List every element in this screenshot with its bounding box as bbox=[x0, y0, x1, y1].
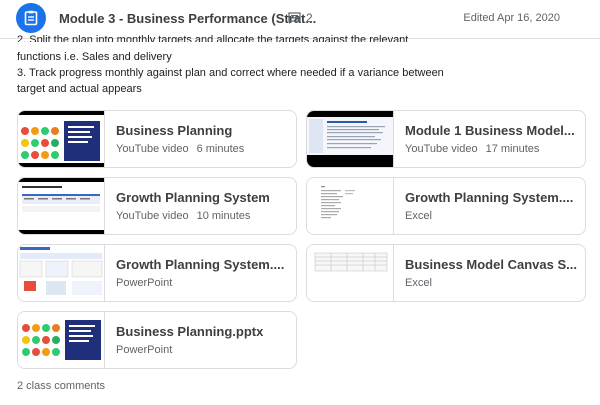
video-slide-thumbnail bbox=[18, 178, 105, 234]
spreadsheet-table-thumbnail bbox=[307, 245, 394, 301]
attachment-type: Excel bbox=[405, 277, 432, 289]
attachment-card-growth-planning-pptx[interactable]: Growth Planning System.... PowerPoint bbox=[17, 244, 297, 302]
attachment-card-business-model-canvas-excel[interactable]: Business Model Canvas S... Excel bbox=[306, 244, 586, 302]
description-line: functions i.e. Sales and delivery bbox=[17, 51, 172, 63]
attachment-type: PowerPoint bbox=[116, 344, 173, 356]
attachment-type: YouTube video bbox=[405, 143, 478, 155]
description-line: 3. Track progress monthly against plan a… bbox=[17, 67, 444, 79]
attachment-subtitle: Excel bbox=[405, 210, 432, 222]
class-comments-link[interactable]: 2 class comments bbox=[17, 380, 105, 392]
attachment-card-growth-planning-excel[interactable]: Growth Planning System.... Excel bbox=[306, 177, 586, 235]
assignment-icon bbox=[16, 3, 46, 33]
attachment-title: Module 1 Business Model... bbox=[405, 123, 575, 138]
attachment-subtitle: PowerPoint bbox=[116, 344, 172, 356]
edited-date: Edited Apr 16, 2020 bbox=[463, 12, 560, 24]
slide-gauges-thumbnail bbox=[18, 312, 105, 368]
attachment-subtitle: YouTube video 10 minutes bbox=[116, 210, 250, 222]
attachment-subtitle: PowerPoint bbox=[116, 277, 172, 289]
attachment-title: Growth Planning System.... bbox=[405, 190, 574, 205]
attachment-type: PowerPoint bbox=[116, 277, 173, 289]
attachment-card-module1-video[interactable]: Module 1 Business Model... YouTube video… bbox=[306, 110, 586, 168]
video-gauges-thumbnail bbox=[18, 111, 105, 167]
attachment-title: Business Model Canvas S... bbox=[405, 257, 577, 272]
attachment-card-business-planning-video[interactable]: Business Planning YouTube video 6 minutes bbox=[17, 110, 297, 168]
attachment-type: YouTube video bbox=[116, 210, 189, 222]
comment-count-label: 2 bbox=[306, 11, 313, 25]
attachment-duration: 6 minutes bbox=[196, 143, 245, 155]
description-line-partial: 2. Split the plan into monthly targets a… bbox=[17, 34, 409, 42]
attachment-card-business-planning-pptx[interactable]: Business Planning.pptx PowerPoint bbox=[17, 311, 297, 369]
attachment-type: YouTube video bbox=[116, 143, 189, 155]
attachment-title: Business Planning bbox=[116, 123, 233, 138]
attachment-title: Business Planning.pptx bbox=[116, 324, 264, 339]
comment-icon bbox=[288, 12, 301, 24]
attachment-title: Growth Planning System bbox=[116, 190, 270, 205]
page-title: Module 3 - Business Performance (Strat..… bbox=[59, 11, 317, 26]
attachment-card-growth-planning-video[interactable]: Growth Planning System YouTube video 10 m… bbox=[17, 177, 297, 235]
description-line: target and actual appears bbox=[17, 83, 142, 95]
attachment-title: Growth Planning System.... bbox=[116, 257, 285, 272]
attachment-type: Excel bbox=[405, 210, 432, 222]
spreadsheet-thumbnail bbox=[307, 178, 394, 234]
attachment-subtitle: Excel bbox=[405, 277, 432, 289]
attachment-duration: 17 minutes bbox=[485, 143, 540, 155]
attachment-subtitle: YouTube video 6 minutes bbox=[116, 143, 244, 155]
attachment-subtitle: YouTube video 17 minutes bbox=[405, 143, 539, 155]
video-document-thumbnail bbox=[307, 111, 394, 167]
comment-count[interactable]: 2 bbox=[288, 11, 313, 25]
attachment-duration: 10 minutes bbox=[196, 210, 251, 222]
slide-thumbnail bbox=[18, 245, 105, 301]
